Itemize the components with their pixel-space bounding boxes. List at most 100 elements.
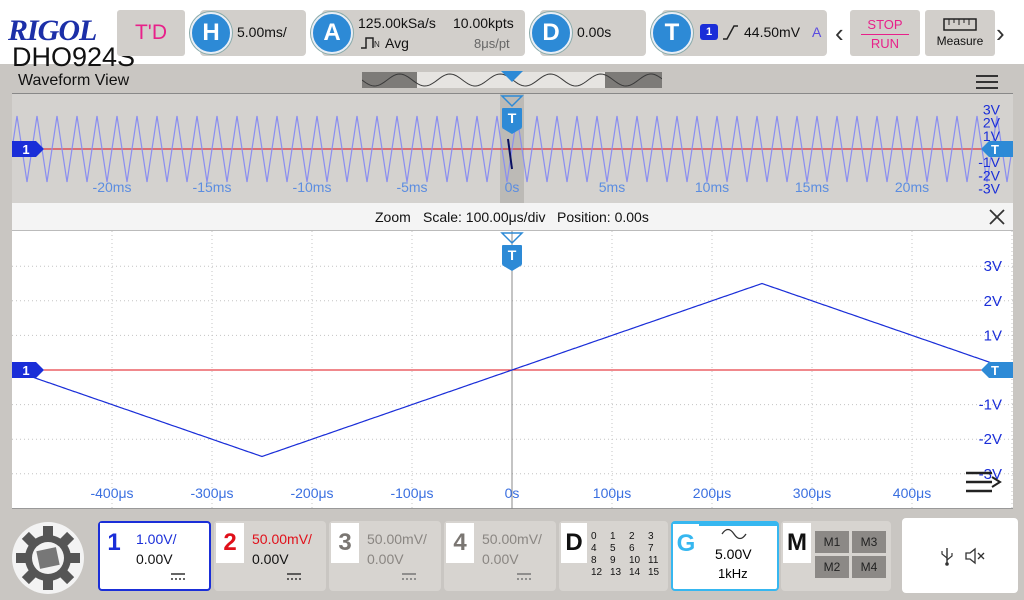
dc-coupling-icon (171, 573, 185, 580)
speaker-muted-icon[interactable] (964, 546, 988, 566)
overview-time-label: 0s (505, 179, 520, 195)
digital-bit: 3 (648, 531, 654, 542)
zoom-volt-label: 2V (984, 293, 1002, 310)
trigger-level: 44.50mV (744, 24, 801, 40)
overview-ch1-marker: 1 (12, 141, 44, 157)
channel-3-box[interactable]: 3 50.00mV/ 0.00V (329, 521, 441, 591)
memory-overview-bar[interactable] (362, 71, 662, 89)
acquire-mode: Avg (385, 35, 409, 51)
sample-rate: 125.00kSa/s (358, 15, 436, 31)
digital-bit: 6 (629, 543, 635, 554)
overview-time-label: 15ms (795, 179, 829, 195)
channel-4-offset: 0.00V (482, 551, 519, 567)
waveform-menu-icon[interactable] (964, 469, 1002, 495)
zoom-time-label: 200μs (693, 485, 731, 501)
math-slot-m4[interactable]: M4 (852, 556, 886, 578)
overview-time-label: -20ms (93, 179, 132, 195)
zoom-ch1-marker: 1 (12, 362, 44, 378)
svg-text:N: N (374, 40, 380, 49)
measure-button[interactable]: Measure (925, 10, 995, 56)
td-button[interactable]: T'D (117, 10, 185, 56)
digital-bit: 9 (610, 555, 616, 566)
digital-bit: 7 (648, 543, 654, 554)
sine-wave-icon (721, 528, 747, 540)
digital-bit: 15 (648, 567, 660, 578)
zoom-volt-label: -2V (979, 431, 1002, 448)
dc-coupling-icon (287, 573, 301, 580)
delay-value: 0.00s (577, 24, 612, 40)
math-box[interactable]: M M1 M3 M2 M4 (781, 521, 891, 591)
overview-time-label: -15ms (193, 179, 232, 195)
status-panel (902, 518, 1018, 593)
stop-run-button[interactable]: STOP RUN (850, 10, 920, 56)
dc-coupling-icon (402, 573, 416, 580)
delay-icon[interactable]: D (530, 12, 572, 54)
zoom-plot[interactable]: -400μs -300μs -200μs -100μs 0s 100μs 200μs 300μ… (11, 231, 1013, 509)
zoom-title: Zoom (375, 209, 411, 225)
zoom-volt-label: 1V (984, 327, 1002, 344)
math-slot-m3[interactable]: M3 (852, 531, 886, 553)
menu-icon[interactable] (976, 74, 998, 90)
svg-text:T: T (508, 110, 517, 126)
svg-text:T: T (508, 247, 517, 263)
dc-coupling-icon (517, 573, 531, 580)
zoom-time-label: 300μs (793, 485, 831, 501)
digital-bit: 5 (610, 543, 616, 554)
digital-box[interactable]: D 0 1 2 3 4 5 6 7 8 9 10 11 12 13 14 15 (559, 521, 668, 591)
svg-text:1: 1 (22, 142, 29, 157)
digital-bit: 12 (591, 567, 603, 578)
channel-2-box[interactable]: 2 50.00mV/ 0.00V (214, 521, 326, 591)
digital-bit: 14 (629, 567, 641, 578)
svg-text:T: T (991, 363, 999, 378)
zoom-time-label: 400μs (893, 485, 931, 501)
zoom-scale: Scale: 100.00μs/div (423, 209, 546, 225)
trigger-source: 1 (700, 24, 718, 40)
zoom-trigger-level-marker: T (981, 362, 1013, 378)
math-slot-m1[interactable]: M1 (815, 531, 849, 553)
channel-2-number: 2 (216, 523, 244, 563)
generator-frequency: 1kHz (718, 566, 748, 581)
zoom-volt-label: -1V (979, 397, 1002, 414)
scroll-right-icon[interactable]: › (996, 20, 1005, 46)
horizontal-icon[interactable]: H (190, 12, 232, 54)
acquire-icon[interactable]: A (311, 12, 353, 54)
digital-bit: 1 (610, 531, 616, 542)
svg-text:T: T (991, 142, 999, 157)
digital-bit: 13 (610, 567, 622, 578)
scroll-left-icon[interactable]: ‹ (835, 20, 844, 46)
zoom-time-label: -200μs (290, 485, 333, 501)
channel-1-offset: 0.00V (136, 551, 173, 567)
overview-time-label: -10ms (293, 179, 332, 195)
generator-box[interactable]: G 5.00V 1kHz (671, 521, 779, 591)
memory-depth: 10.00kpts (453, 15, 514, 31)
zoom-time-label: -400μs (90, 485, 133, 501)
rising-edge-icon (723, 25, 738, 40)
channel-4-scale: 50.00mV/ (482, 531, 542, 547)
zoom-svg: -400μs -300μs -200μs -100μs 0s 100μs 200μs 300μ… (11, 231, 1013, 509)
channel-1-scale: 1.00V/ (136, 531, 177, 547)
generator-amplitude: 5.00V (715, 546, 752, 562)
zoom-time-label: -300μs (190, 485, 233, 501)
math-slot-m2[interactable]: M2 (815, 556, 849, 578)
ruler-icon (943, 18, 977, 31)
trigger-mode: A (812, 24, 822, 40)
zoom-position: Position: 0.00s (557, 209, 649, 225)
channel-2-offset: 0.00V (252, 551, 289, 567)
svg-text:1: 1 (22, 363, 29, 378)
math-slots: M1 M3 M2 M4 (815, 531, 886, 578)
channel-3-number: 3 (331, 523, 359, 563)
horizontal-scale: 5.00ms/ (237, 24, 287, 40)
overview-plot[interactable]: -20ms -15ms -10ms -5ms 0s 5ms 10ms 15ms 20ms 3V 2V… (11, 93, 1014, 204)
channel-1-number: 1 (100, 523, 128, 563)
channel-4-box[interactable]: 4 50.00mV/ 0.00V (444, 521, 556, 591)
waveform-view-title: Waveform View (18, 72, 130, 89)
close-icon[interactable] (989, 209, 1005, 225)
zoom-volt-label: 3V (984, 258, 1002, 275)
channel-1-box[interactable]: 1 1.00V/ 0.00V (98, 521, 211, 591)
stop-label: STOP (867, 17, 903, 32)
top-toolbar: RIGOL DHO924S T'D 5.00ms/ H 125.00kSa/s … (0, 0, 1024, 71)
generator-label: G (673, 524, 699, 564)
trigger-icon[interactable]: T (651, 12, 693, 54)
zoom-time-label: -100μs (390, 485, 433, 501)
rigol-home-gear-icon[interactable] (10, 520, 86, 596)
